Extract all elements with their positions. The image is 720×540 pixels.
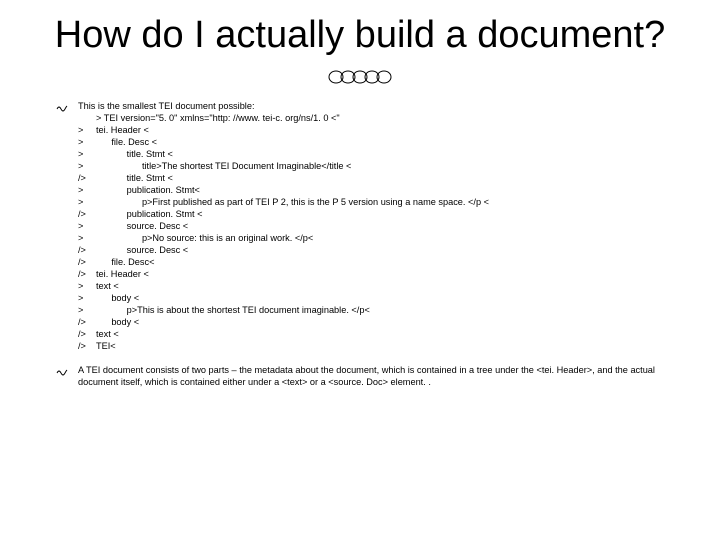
code-line: > p>This is about the shortest TEI docum…	[78, 304, 664, 316]
code-line-marker: />	[78, 256, 96, 268]
bullet-icon	[56, 364, 78, 380]
code-line: /> source. Desc <	[78, 244, 664, 256]
code-intro: This is the smallest TEI document possib…	[78, 100, 664, 112]
code-line-marker: />	[78, 340, 96, 352]
code-line-text: p>This is about the shortest TEI documen…	[96, 305, 370, 315]
slide: How do I actually build a document? This…	[0, 0, 720, 540]
code-line: />text <	[78, 328, 664, 340]
code-line-text: source. Desc <	[96, 245, 188, 255]
code-line-text: p>No source: this is an original work. <…	[96, 233, 313, 243]
code-line-text: title. Stmt <	[96, 173, 173, 183]
code-line-text: publication. Stmt<	[96, 185, 200, 195]
code-line-marker: >	[78, 148, 96, 160]
code-line: />TEI<	[78, 340, 664, 352]
code-line-text: publication. Stmt <	[96, 209, 202, 219]
code-line: >tei. Header <	[78, 124, 664, 136]
code-line: > source. Desc <	[78, 220, 664, 232]
code-line-marker: />	[78, 268, 96, 280]
code-line-marker: >	[78, 160, 96, 172]
code-line-marker: >	[78, 196, 96, 208]
code-line-text: file. Desc <	[96, 137, 157, 147]
code-line-marker: />	[78, 328, 96, 340]
code-line-text: tei. Header <	[96, 269, 149, 279]
code-line: > body <	[78, 292, 664, 304]
code-line-marker: />	[78, 244, 96, 256]
slide-title: How do I actually build a document?	[0, 0, 720, 62]
bullet-icon	[56, 100, 78, 116]
code-line: > publication. Stmt<	[78, 184, 664, 196]
code-line-text: text <	[96, 329, 119, 339]
code-line: > title. Stmt <	[78, 148, 664, 160]
code-line-marker: >	[78, 184, 96, 196]
code-line-marker: >	[78, 124, 96, 136]
code-line: > title>The shortest TEI Document Imagin…	[78, 160, 664, 172]
code-block: This is the smallest TEI document possib…	[78, 100, 664, 352]
code-line: /> body <	[78, 316, 664, 328]
code-line-marker: >	[78, 136, 96, 148]
code-line: >text <	[78, 280, 664, 292]
code-line-text: tei. Header <	[96, 125, 149, 135]
code-line-text: title. Stmt <	[96, 149, 173, 159]
ornament-divider	[0, 68, 720, 92]
code-line-marker: >	[78, 280, 96, 292]
code-line: />tei. Header <	[78, 268, 664, 280]
code-line-marker: />	[78, 172, 96, 184]
code-line: > file. Desc <	[78, 136, 664, 148]
script-bullet-icon	[56, 365, 68, 377]
code-line-marker: />	[78, 208, 96, 220]
code-line: > p>No source: this is an original work.…	[78, 232, 664, 244]
code-line-marker: >	[78, 220, 96, 232]
slide-body: This is the smallest TEI document possib…	[0, 100, 720, 388]
code-line-text: body <	[96, 293, 139, 303]
code-line-text: source. Desc <	[96, 221, 188, 231]
code-lines: > TEI version="5. 0" xmlns="http: //www.…	[78, 112, 664, 352]
code-line: /> publication. Stmt <	[78, 208, 664, 220]
code-line-text: file. Desc<	[96, 257, 154, 267]
code-line-marker: />	[78, 316, 96, 328]
script-bullet-icon	[56, 101, 68, 113]
code-line: /> title. Stmt <	[78, 172, 664, 184]
code-line-marker: >	[78, 292, 96, 304]
code-line-text: body <	[96, 317, 139, 327]
code-line-text: p>First published as part of TEI P 2, th…	[96, 197, 489, 207]
code-line-marker: >	[78, 232, 96, 244]
loops-icon	[320, 68, 400, 86]
paragraph-text: A TEI document consists of two parts – t…	[78, 364, 664, 388]
code-line-text: > TEI version="5. 0" xmlns="http: //www.…	[96, 113, 340, 123]
code-line: /> file. Desc<	[78, 256, 664, 268]
code-line: > p>First published as part of TEI P 2, …	[78, 196, 664, 208]
bullet-item-2: A TEI document consists of two parts – t…	[56, 364, 664, 388]
code-line: > TEI version="5. 0" xmlns="http: //www.…	[78, 112, 664, 124]
code-line-text: TEI<	[96, 341, 116, 351]
bullet-item-1: This is the smallest TEI document possib…	[56, 100, 664, 352]
code-line-text: title>The shortest TEI Document Imaginab…	[96, 161, 351, 171]
code-line-text: text <	[96, 281, 119, 291]
code-line-marker: >	[78, 304, 96, 316]
